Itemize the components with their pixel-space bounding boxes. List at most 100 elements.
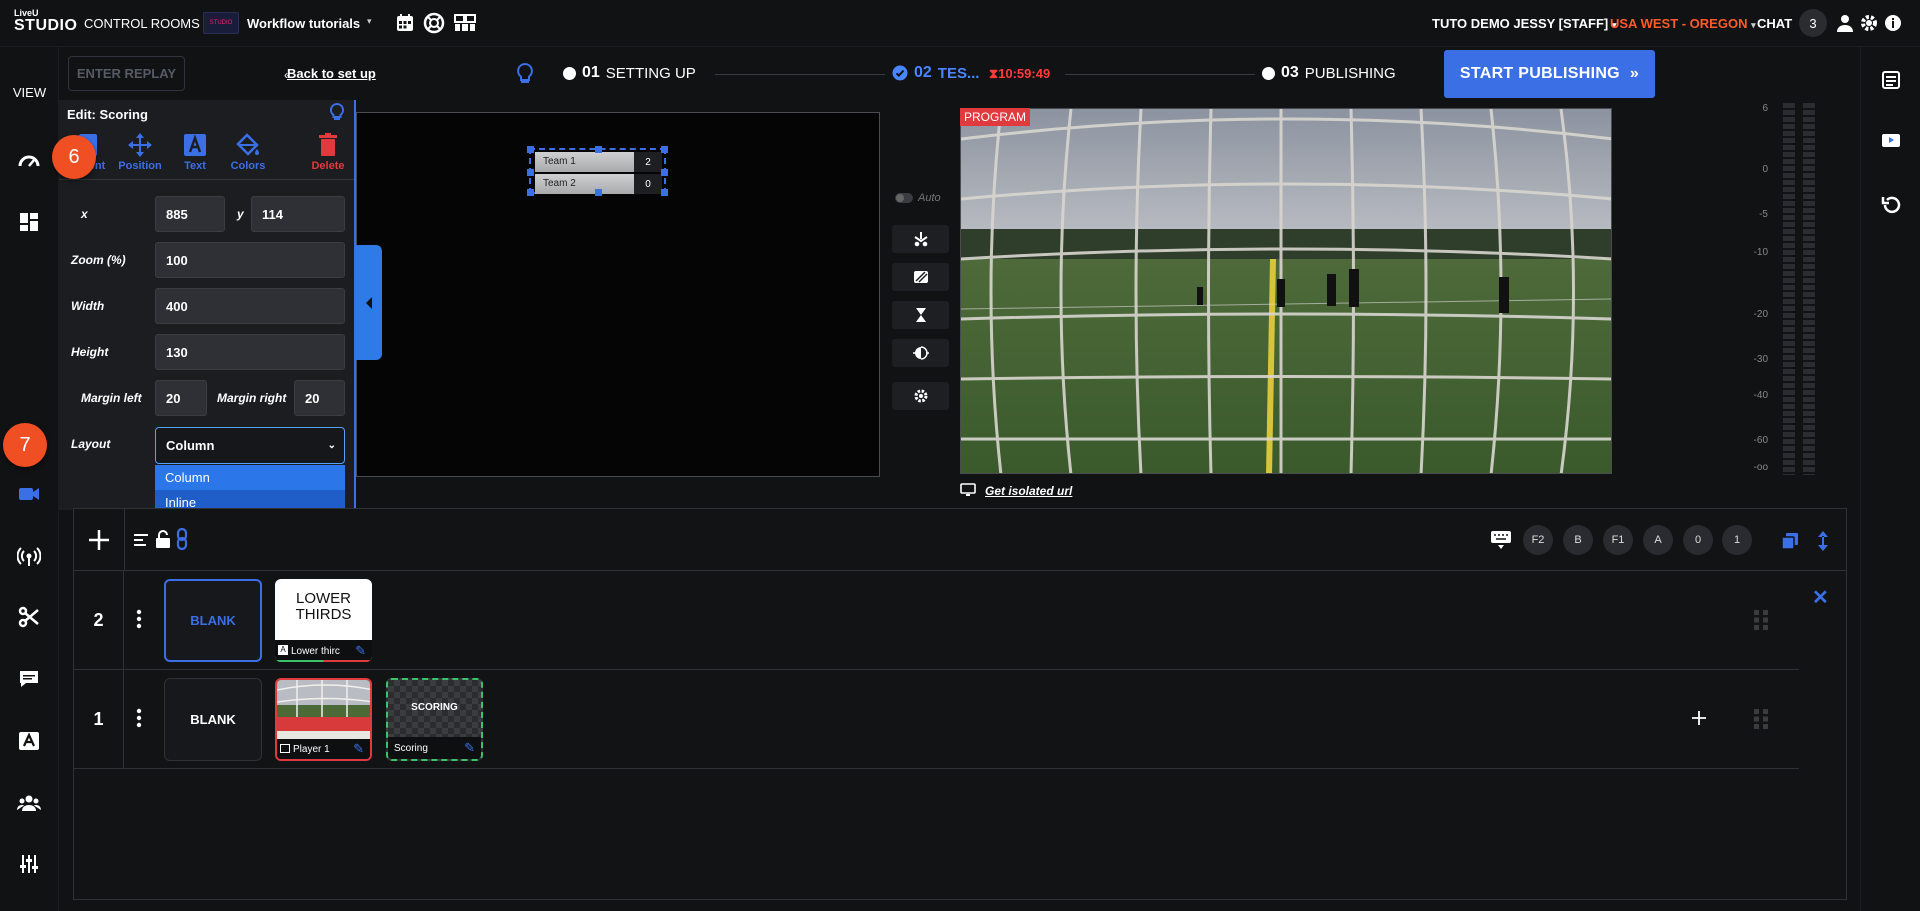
scoring-card[interactable]: SCORING Scoring ✎ [386,678,483,761]
shortcut-0-button[interactable]: 0 [1683,525,1713,555]
scoring-overlay-selection[interactable]: Team 1 2 Team 2 0 [527,146,668,196]
blank-source-button[interactable]: BLANK [164,678,262,761]
undo-history-icon[interactable] [1880,194,1902,216]
gear-icon[interactable] [1859,13,1879,33]
height-input[interactable]: 130 [155,334,345,370]
scissors-icon[interactable] [17,605,41,629]
back-to-setup-link[interactable]: Back to set up [287,66,376,81]
tab-colors[interactable]: Colors [219,130,277,180]
margin-left-input[interactable]: 20 [155,380,207,416]
cut-transition-button[interactable] [892,225,949,253]
multiview-layout-icon[interactable] [454,12,476,34]
info-icon[interactable] [1884,14,1902,32]
step-dot-icon [563,66,576,80]
playlist-media-icon[interactable] [1880,129,1902,151]
get-isolated-url-link[interactable]: Get isolated url [985,484,1072,498]
region-selector[interactable]: USA WEST - OREGON ▾ [1610,16,1756,31]
add-source-plus-icon[interactable] [1691,710,1707,726]
shortcut-f1-button[interactable]: F1 [1603,525,1633,555]
shortcut-b-button[interactable]: B [1563,525,1593,555]
step-setting-up[interactable]: 01 SETTING UP [563,64,696,82]
calendar-icon[interactable] [394,12,416,34]
chat-message-icon[interactable] [17,667,41,691]
wipe-transition-button[interactable] [892,263,949,291]
resize-handle[interactable] [595,146,602,153]
layout-select[interactable]: Column ⌄ [155,427,345,464]
width-input[interactable]: 400 [155,288,345,324]
kebab-menu-icon[interactable] [136,708,142,728]
step-publishing[interactable]: 03 PUBLISHING [1262,64,1396,82]
layers-panel: F2 B F1 A 0 1 2 BLANK LOWER THIRDS A Low… [73,508,1847,900]
y-input[interactable]: 114 [251,196,345,232]
resize-handle[interactable] [661,146,668,153]
broadcast-antenna-icon[interactable] [17,544,41,568]
program-monitor[interactable] [960,108,1612,474]
pencil-edit-icon[interactable]: ✎ [464,740,475,756]
lightbulb-tip-icon[interactable] [329,102,345,124]
user-icon[interactable] [1835,13,1855,33]
start-publishing-button[interactable]: START PUBLISHING » [1444,50,1655,98]
transition-settings-button[interactable] [892,382,949,410]
link-chain-icon[interactable] [176,528,188,550]
view-label[interactable]: VIEW [0,85,59,100]
user-menu[interactable]: TUTO DEMO JESSY [STAFF] ▾ [1432,16,1616,31]
camera-icon[interactable] [17,482,41,506]
lightbulb-tip-icon[interactable] [515,62,535,86]
plus-icon[interactable] [87,528,111,552]
resize-handle[interactable] [527,146,534,153]
tab-position[interactable]: Position [111,130,169,180]
drag-handle-icon[interactable] [1754,709,1768,729]
kebab-menu-icon[interactable] [136,609,142,629]
tab-delete[interactable]: Delete [299,130,357,180]
control-rooms-link[interactable]: CONTROL ROOMS [84,16,200,31]
x-input[interactable]: 885 [155,196,225,232]
liveu-studio-logo[interactable]: LiveU STUDIO [14,9,77,37]
blank-source-button[interactable]: BLANK [164,579,262,662]
layers-stack-icon[interactable] [1781,532,1799,550]
workflow-title[interactable]: Workflow tutorials [247,16,360,31]
shortcut-f2-button[interactable]: F2 [1523,525,1553,555]
layout-option-column[interactable]: Column [155,465,345,490]
lower-thirds-card[interactable]: LOWER THIRDS A Lower thirc ✎ [275,579,372,662]
chat-count-badge[interactable]: 3 [1799,9,1827,37]
resize-handle[interactable] [595,189,602,196]
keyboard-shortcuts-icon[interactable] [1490,530,1512,550]
audio-mixer-sliders-icon[interactable] [17,852,41,876]
resize-handle[interactable] [661,189,668,196]
monitor-icon[interactable] [960,483,976,497]
dashboard-grid-icon[interactable] [17,210,41,234]
dashboard-gauge-icon[interactable] [17,149,41,173]
shortcut-1-button[interactable]: 1 [1722,525,1752,555]
rundown-list-icon[interactable] [1880,69,1902,91]
pencil-edit-icon[interactable]: ✎ [353,741,364,757]
close-icon[interactable]: ✕ [1812,585,1829,610]
expand-vertical-icon[interactable] [1817,530,1829,552]
fade-transition-button[interactable] [892,339,949,367]
chevron-down-icon[interactable]: ▾ [367,16,372,27]
enter-replay-button[interactable]: ENTER REPLAY [68,56,185,91]
player-1-card[interactable]: Player 1 ✎ [275,678,372,761]
shortcut-a-button[interactable]: A [1643,525,1673,555]
step-label: PUBLISHING [1304,64,1396,82]
drag-handle-icon[interactable] [1754,610,1768,630]
align-left-icon[interactable] [133,532,149,548]
users-group-icon[interactable] [17,791,41,815]
resize-handle[interactable] [661,169,668,176]
margin-right-input[interactable]: 20 [294,380,345,416]
resize-handle[interactable] [527,189,534,196]
chat-label[interactable]: CHAT [1757,16,1792,31]
stinger-transition-button[interactable] [892,301,949,329]
pencil-edit-icon[interactable]: ✎ [355,643,366,659]
auto-transition-toggle[interactable]: Auto [895,192,941,204]
collapse-panel-button[interactable] [356,245,382,360]
tab-text[interactable]: Text [166,130,224,180]
layer-row: 2 BLANK LOWER THIRDS A Lower thirc ✎ [74,571,1799,670]
meter-tick: -20 [1753,309,1768,320]
text-overlay-icon[interactable] [17,729,41,753]
support-lifebuoy-icon[interactable] [423,12,445,34]
unlock-icon[interactable] [155,530,171,548]
resize-handle[interactable] [527,169,534,176]
meter-tick: -10 [1753,247,1768,258]
zoom-input[interactable]: 100 [155,242,345,278]
step-testing[interactable]: 02 TES... [892,64,979,82]
